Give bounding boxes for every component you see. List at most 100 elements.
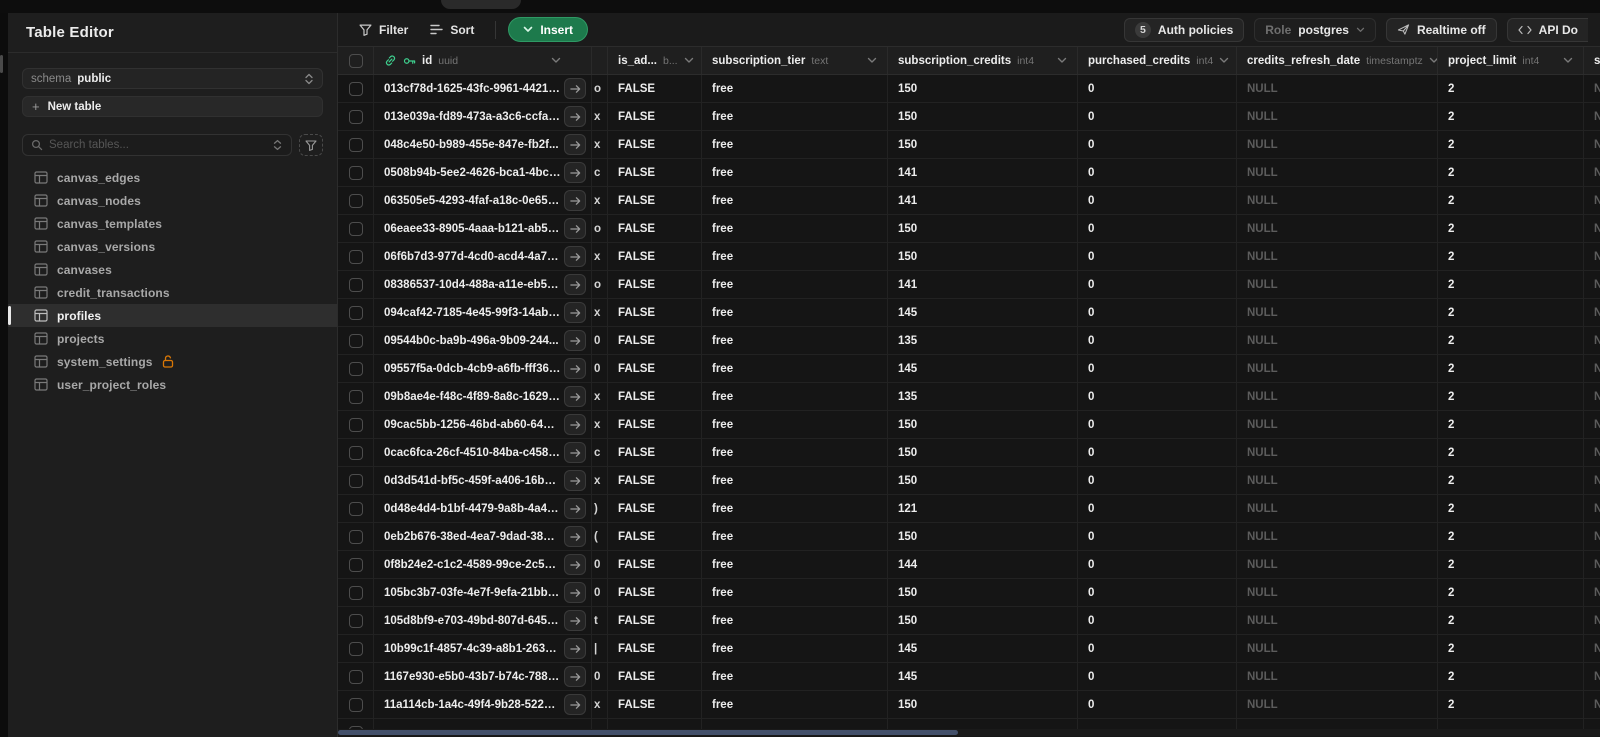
cell-clipped-last[interactable]: NULL — [1584, 243, 1600, 270]
cell-subscription-tier[interactable]: free — [702, 663, 888, 690]
column-menu-chevron-icon[interactable] — [1057, 57, 1067, 64]
cell-subscription-credits[interactable]: 135 — [888, 327, 1078, 354]
cell-clipped[interactable]: 0 — [592, 551, 608, 578]
cell-clipped[interactable]: | — [592, 635, 608, 662]
cell-project-limit[interactable]: 2 — [1438, 439, 1584, 466]
cell-subscription-credits[interactable]: 145 — [888, 299, 1078, 326]
cell-subscription-tier[interactable]: free — [702, 131, 888, 158]
auth-policies-button[interactable]: 5 Auth policies — [1123, 17, 1245, 42]
cell-clipped-last[interactable]: NULL — [1584, 131, 1600, 158]
cell-clipped[interactable]: t — [592, 607, 608, 634]
expand-row-button[interactable] — [564, 470, 586, 491]
cell-project-limit[interactable]: 2 — [1438, 551, 1584, 578]
cell-subscription-tier[interactable]: free — [702, 103, 888, 130]
cell-purchased-credits[interactable]: 0 — [1078, 327, 1237, 354]
cell-subscription-credits[interactable]: 144 — [888, 551, 1078, 578]
cell-project-limit[interactable]: 2 — [1438, 75, 1584, 102]
expand-row-button[interactable] — [564, 302, 586, 323]
cell-is-admin[interactable]: FALSE — [608, 215, 702, 242]
cell-subscription-credits[interactable]: 145 — [888, 663, 1078, 690]
expand-row-button[interactable] — [564, 526, 586, 547]
cell-id[interactable]: 09cac5bb-1256-46bd-ab60-64ed... — [374, 411, 592, 438]
realtime-toggle-button[interactable]: Realtime off — [1385, 17, 1497, 42]
cell-project-limit[interactable]: 2 — [1438, 103, 1584, 130]
row-checkbox[interactable] — [348, 137, 363, 152]
column-menu-chevron-icon[interactable] — [1219, 57, 1229, 64]
expand-row-button[interactable] — [564, 330, 586, 351]
cell-purchased-credits[interactable]: 0 — [1078, 215, 1237, 242]
sidebar-item-projects[interactable]: projects — [8, 327, 337, 350]
cell-subscription-tier[interactable]: free — [702, 607, 888, 634]
cell-project-limit[interactable]: 2 — [1438, 691, 1584, 718]
cell-is-admin[interactable]: FALSE — [608, 439, 702, 466]
cell-subscription-credits[interactable]: 150 — [888, 215, 1078, 242]
cell-clipped-last[interactable]: NULL — [1584, 635, 1600, 662]
table-filter-button[interactable] — [299, 134, 323, 156]
cell-clipped[interactable]: x — [592, 243, 608, 270]
row-checkbox[interactable] — [348, 109, 363, 124]
expand-row-button[interactable] — [564, 106, 586, 127]
cell-clipped-last[interactable]: NULL — [1584, 691, 1600, 718]
cell-credits-refresh-date[interactable]: NULL — [1237, 495, 1438, 522]
cell-credits-refresh-date[interactable]: NULL — [1237, 299, 1438, 326]
expand-row-button[interactable] — [564, 442, 586, 463]
cell-subscription-tier[interactable]: free — [702, 523, 888, 550]
cell-project-limit[interactable]: 2 — [1438, 467, 1584, 494]
cell-clipped-last[interactable]: NULL — [1584, 355, 1600, 382]
cell-subscription-tier[interactable]: free — [702, 551, 888, 578]
cell-is-admin[interactable]: FALSE — [608, 579, 702, 606]
expand-row-button[interactable] — [564, 162, 586, 183]
cell-clipped[interactable]: x — [592, 299, 608, 326]
cell-project-limit[interactable]: 2 — [1438, 299, 1584, 326]
cell-clipped[interactable]: x — [592, 383, 608, 410]
cell-credits-refresh-date[interactable]: NULL — [1237, 635, 1438, 662]
sidebar-item-profiles[interactable]: profiles — [8, 304, 337, 327]
cell-credits-refresh-date[interactable]: NULL — [1237, 355, 1438, 382]
cell-purchased-credits[interactable]: 0 — [1078, 551, 1237, 578]
cell-id[interactable]: 1167e930-e5b0-43b7-b74c-788c9... — [374, 663, 592, 690]
sidebar-item-canvas_nodes[interactable]: canvas_nodes — [8, 189, 337, 212]
cell-credits-refresh-date[interactable]: NULL — [1237, 75, 1438, 102]
cell-subscription-tier[interactable]: free — [702, 243, 888, 270]
cell-is-admin[interactable]: FALSE — [608, 103, 702, 130]
cell-purchased-credits[interactable]: 0 — [1078, 467, 1237, 494]
cell-credits-refresh-date[interactable]: NULL — [1237, 439, 1438, 466]
cell-project-limit[interactable]: 2 — [1438, 607, 1584, 634]
column-menu-chevron-icon[interactable] — [551, 57, 561, 64]
column-header-credits_refresh_date[interactable]: credits_refresh_date timestamptz — [1237, 47, 1438, 74]
cell-is-admin[interactable]: FALSE — [608, 495, 702, 522]
row-checkbox[interactable] — [348, 277, 363, 292]
cell-purchased-credits[interactable]: 0 — [1078, 131, 1237, 158]
cell-subscription-tier[interactable]: free — [702, 355, 888, 382]
horizontal-scrollbar-thumb[interactable] — [338, 730, 958, 735]
row-checkbox[interactable] — [348, 585, 363, 600]
cell-subscription-tier[interactable]: free — [702, 271, 888, 298]
cell-credits-refresh-date[interactable]: NULL — [1237, 523, 1438, 550]
row-checkbox[interactable] — [348, 669, 363, 684]
cell-id[interactable]: 105bc3b7-03fe-4e7f-9efa-21bb40... — [374, 579, 592, 606]
sidebar-item-canvas_edges[interactable]: canvas_edges — [8, 166, 337, 189]
cell-id[interactable]: 09544b0c-ba9b-496a-9b09-244... — [374, 327, 592, 354]
cell-id[interactable]: 10b99c1f-4857-4c39-a8b1-263b8... — [374, 635, 592, 662]
cell-project-limit[interactable]: 2 — [1438, 663, 1584, 690]
row-checkbox[interactable] — [348, 557, 363, 572]
cell-subscription-tier[interactable]: free — [702, 411, 888, 438]
cell-id[interactable]: 0f8b24e2-c1c2-4589-99ce-2c52d... — [374, 551, 592, 578]
horizontal-scrollbar-track[interactable] — [338, 729, 1600, 736]
cell-project-limit[interactable]: 2 — [1438, 159, 1584, 186]
cell-id[interactable]: 048c4e50-b989-455e-847e-fb2f... — [374, 131, 592, 158]
filter-button[interactable]: Filter — [350, 19, 417, 41]
cell-subscription-credits[interactable]: 150 — [888, 523, 1078, 550]
cell-id[interactable]: 094caf42-7185-4e45-99f3-14abee... — [374, 299, 592, 326]
cell-subscription-tier[interactable]: free — [702, 187, 888, 214]
cell-subscription-credits[interactable]: 150 — [888, 579, 1078, 606]
expand-row-button[interactable] — [564, 582, 586, 603]
cell-clipped-last[interactable]: NULL — [1584, 495, 1600, 522]
cell-subscription-credits[interactable]: 135 — [888, 383, 1078, 410]
cell-clipped[interactable]: x — [592, 411, 608, 438]
cell-project-limit[interactable]: 2 — [1438, 187, 1584, 214]
expand-row-button[interactable] — [564, 358, 586, 379]
expand-row-button[interactable] — [564, 78, 586, 99]
column-menu-chevron-icon[interactable] — [1563, 57, 1573, 64]
cell-id[interactable]: 0d3d541d-bf5c-459f-a406-16b93... — [374, 467, 592, 494]
